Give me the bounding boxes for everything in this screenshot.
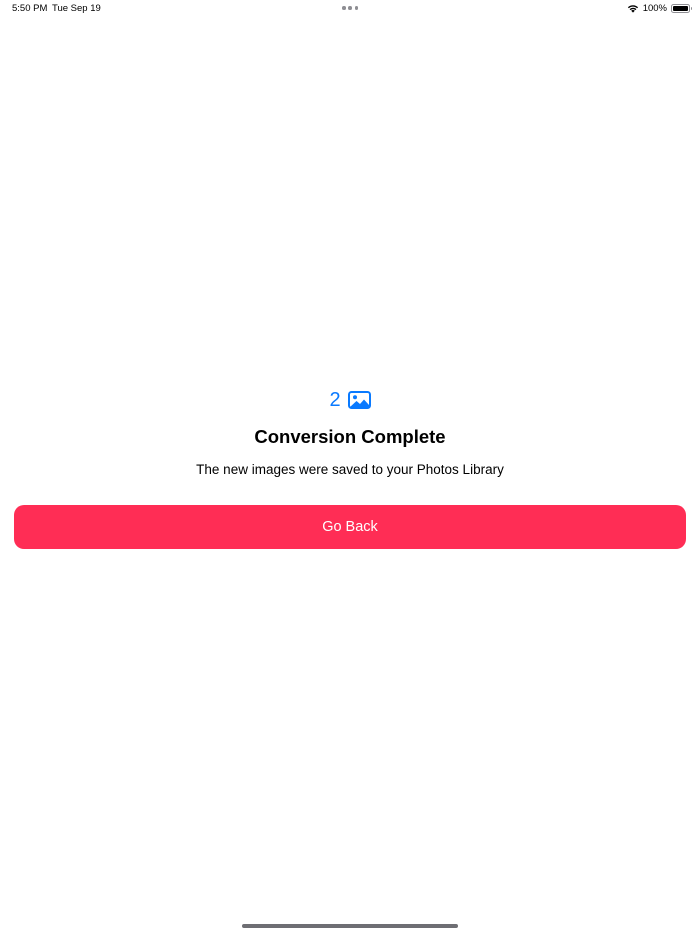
status-bar: 5:50 PM Tue Sep 19 100% [0, 0, 700, 18]
image-count: 2 [329, 389, 341, 411]
go-back-button[interactable]: Go Back [14, 505, 686, 549]
page-title: Conversion Complete [254, 426, 446, 447]
wifi-icon [627, 4, 639, 13]
status-time: 5:50 PM [12, 3, 48, 14]
status-date: Tue Sep 19 [52, 3, 101, 14]
multitasking-dots-icon[interactable] [342, 5, 358, 11]
home-indicator[interactable] [242, 924, 458, 928]
image-count-row: 2 [0, 388, 700, 412]
battery-icon [671, 4, 692, 13]
dot [354, 6, 358, 10]
battery-percent: 100% [642, 3, 667, 14]
dot [342, 6, 346, 10]
status-indicators: 100% [627, 2, 692, 15]
dot [348, 6, 352, 10]
saved-message: The new images were saved to your Photos… [196, 462, 504, 477]
photo-icon [347, 391, 371, 409]
battery-fill [673, 6, 688, 11]
conversion-complete-screen: 5:50 PM Tue Sep 19 100% 2 Conversion Com… [0, 0, 700, 934]
